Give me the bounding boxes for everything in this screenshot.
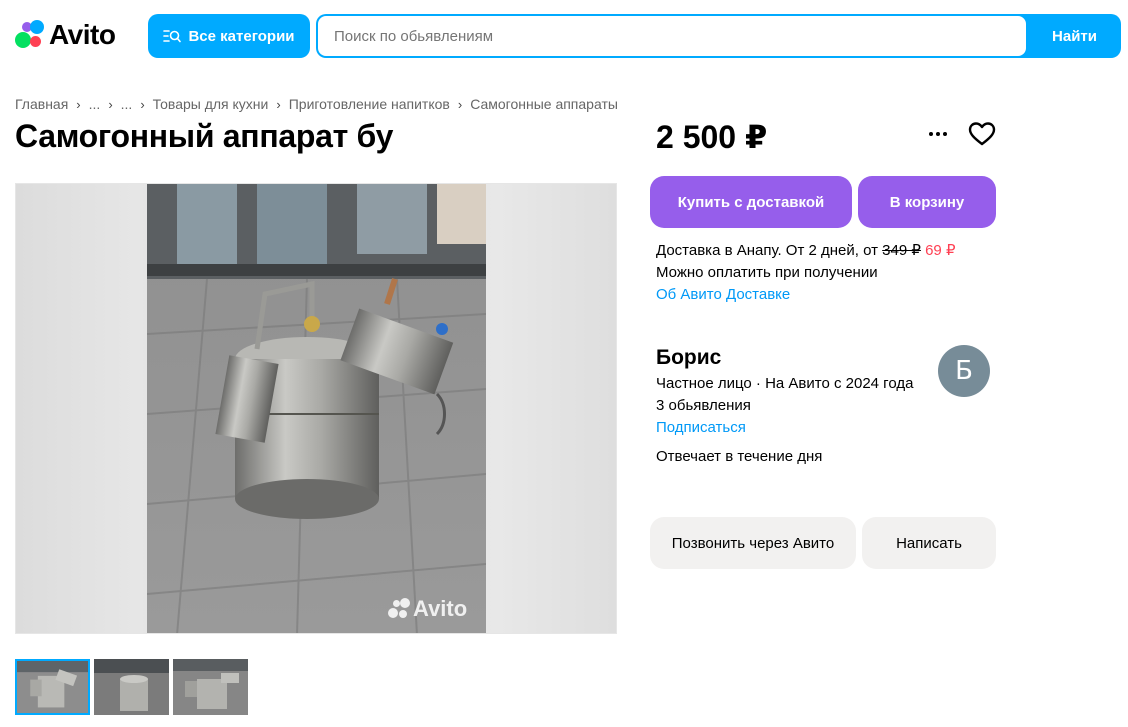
- avito-delivery-link[interactable]: Об Авито Доставке: [656, 284, 956, 306]
- logo-text: Avito: [49, 19, 116, 50]
- seller-info: Частное лицо · На Авито с 2024 года 3 об…: [656, 373, 913, 439]
- old-delivery-price: 349 ₽: [882, 242, 921, 259]
- buy-with-delivery-button[interactable]: Купить с доставкой: [650, 176, 852, 228]
- chevron-right-icon: ›: [457, 96, 463, 112]
- heart-icon[interactable]: [968, 121, 996, 147]
- avito-logo[interactable]: Avito: [15, 19, 116, 51]
- add-to-cart-button[interactable]: В корзину: [858, 176, 996, 228]
- seller-type: Частное лицо · На Авито с 2024 года: [656, 375, 914, 392]
- logo-dots-icon: [15, 20, 45, 50]
- breadcrumb-item[interactable]: Приготовление напитков: [289, 96, 450, 112]
- main-photo[interactable]: Avito: [15, 183, 617, 634]
- call-button[interactable]: Позвонить через Авито: [650, 517, 856, 569]
- breadcrumb-item[interactable]: Главная: [15, 96, 68, 112]
- product-photo: [147, 184, 486, 633]
- seller-name[interactable]: Борис: [656, 346, 721, 370]
- thumbnail-3[interactable]: [173, 659, 248, 715]
- breadcrumb-item[interactable]: Самогонные аппараты: [470, 96, 618, 112]
- chevron-right-icon: ›: [76, 96, 81, 112]
- all-categories-button[interactable]: Все категории: [148, 14, 310, 58]
- seller-ads-count[interactable]: 3 обьявления: [656, 395, 913, 417]
- logo-dots-icon: [388, 598, 410, 620]
- avito-watermark: Avito: [388, 596, 467, 622]
- breadcrumb: Главная › ... › ... › Товары для кухни › При…: [15, 96, 618, 112]
- write-button[interactable]: Написать: [862, 517, 996, 569]
- subscribe-link[interactable]: Подписаться: [656, 417, 913, 439]
- delivery-info: Доставка в Анапу. От 2 дней, от 349 ₽ 69…: [656, 240, 956, 306]
- chevron-right-icon: ›: [108, 96, 113, 112]
- response-time: Отвечает в течение дня: [656, 448, 823, 465]
- search-input[interactable]: [318, 16, 1026, 56]
- breadcrumb-item[interactable]: ...: [89, 96, 101, 112]
- price: 2 500 ₽: [656, 119, 768, 155]
- avatar[interactable]: Б: [938, 345, 990, 397]
- thumbnail-2[interactable]: [94, 659, 169, 715]
- search-bar: Найти: [316, 14, 1121, 58]
- more-icon[interactable]: [926, 122, 950, 146]
- page-title: Самогонный аппарат бу: [15, 118, 394, 154]
- chevron-right-icon: ›: [276, 96, 281, 112]
- new-delivery-price: 69 ₽: [925, 242, 956, 259]
- all-categories-label: Все категории: [188, 27, 295, 45]
- chevron-right-icon: ›: [140, 96, 145, 112]
- payment-on-receipt: Можно оплатить при получении: [656, 264, 878, 281]
- breadcrumb-item[interactable]: Товары для кухни: [153, 96, 269, 112]
- thumbnail-strip: [15, 659, 248, 715]
- breadcrumb-item[interactable]: ...: [121, 96, 133, 112]
- categories-icon: [163, 30, 182, 43]
- thumbnail-1[interactable]: [15, 659, 90, 715]
- search-button[interactable]: Найти: [1028, 14, 1121, 58]
- delivery-text: Доставка в Анапу. От 2 дней, от: [656, 242, 883, 259]
